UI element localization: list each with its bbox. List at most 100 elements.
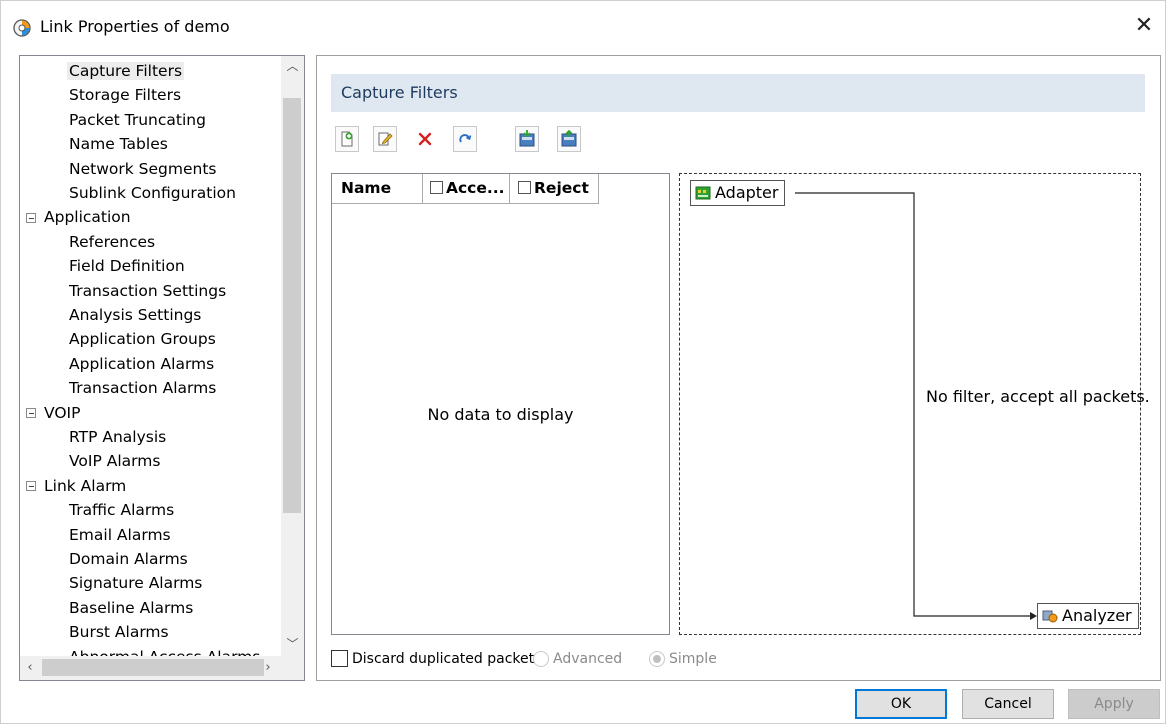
section-title: Capture Filters xyxy=(341,83,458,102)
tree-item-capture-filters[interactable]: Capture Filters xyxy=(67,59,185,83)
tree-group-link-alarm[interactable]: Link Alarm xyxy=(26,474,128,498)
tree-item-label: Application Groups xyxy=(69,330,216,349)
delete-filter-button[interactable] xyxy=(413,126,437,152)
app-logo-icon xyxy=(13,19,31,37)
tree-item-references[interactable]: References xyxy=(67,230,157,254)
tree-item-application-alarms[interactable]: Application Alarms xyxy=(67,352,216,376)
tree-item-domain-alarms[interactable]: Domain Alarms xyxy=(67,547,190,571)
tree-item-analysis-settings[interactable]: Analysis Settings xyxy=(67,303,203,327)
tree-item-label: Burst Alarms xyxy=(69,623,169,642)
tree-item-abnormal-access-alarms[interactable]: Abnormal Access Alarms xyxy=(67,645,262,656)
tree-item-packet-truncating[interactable]: Packet Truncating xyxy=(67,108,208,132)
collapse-icon[interactable] xyxy=(26,481,36,492)
tree-item-label: References xyxy=(69,232,156,251)
tree-item-signature-alarms[interactable]: Signature Alarms xyxy=(67,571,204,595)
tree-item-label: Application Alarms xyxy=(69,354,215,373)
tree-item-baseline-alarms[interactable]: Baseline Alarms xyxy=(67,596,195,620)
discard-duplicates-checkbox[interactable] xyxy=(331,650,348,667)
tree-items: Capture Filters Storage Filters Packet Tru… xyxy=(20,56,282,656)
tree-item-label: Abnormal Access Alarms xyxy=(67,648,262,656)
export-icon xyxy=(561,130,577,147)
navigation-tree[interactable]: Capture Filters Storage Filters Packet Tru… xyxy=(19,55,305,681)
tree-group-application[interactable]: Application xyxy=(26,205,133,229)
tree-item-label: VoIP Alarms xyxy=(69,452,161,471)
export-button[interactable] xyxy=(557,126,581,152)
tree-item-label: Email Alarms xyxy=(69,525,171,544)
column-name-label: Name xyxy=(341,179,392,197)
column-accept-label: Acce... xyxy=(446,179,505,197)
tree-item-traffic-alarms[interactable]: Traffic Alarms xyxy=(67,498,176,522)
adapter-node[interactable]: Adapter xyxy=(690,180,786,206)
tree-item-email-alarms[interactable]: Email Alarms xyxy=(67,523,173,547)
tree-group-voip[interactable]: VOIP xyxy=(26,401,82,425)
tree-item-label: Name Tables xyxy=(69,135,168,154)
vertical-scroll-thumb[interactable] xyxy=(283,98,301,513)
scroll-down-icon[interactable]: ﹀ xyxy=(281,634,304,654)
accept-all-checkbox[interactable] xyxy=(430,181,443,194)
adapter-icon xyxy=(695,186,711,200)
apply-button[interactable]: Apply xyxy=(1068,689,1160,719)
close-icon: ✕ xyxy=(1134,13,1154,38)
tree-item-label: Packet Truncating xyxy=(69,110,206,129)
tree-item-label: Storage Filters xyxy=(69,86,182,105)
reject-all-checkbox[interactable] xyxy=(518,181,531,194)
refresh-button[interactable] xyxy=(453,126,477,152)
tree-item-name-tables[interactable]: Name Tables xyxy=(67,132,170,156)
filter-list[interactable]: Name Acce... Reject No data to display xyxy=(331,173,670,635)
edit-filter-icon xyxy=(378,132,393,146)
advanced-mode-option[interactable]: Advanced xyxy=(533,650,622,668)
add-filter-icon xyxy=(341,131,353,147)
scroll-up-icon[interactable]: ︿ xyxy=(281,56,304,76)
tree-item-sublink-configuration[interactable]: Sublink Configuration xyxy=(67,181,238,205)
scroll-left-icon[interactable]: ‹ xyxy=(20,656,40,680)
import-button[interactable] xyxy=(515,126,539,152)
tree-item-transaction-alarms[interactable]: Transaction Alarms xyxy=(67,376,218,400)
tree-item-storage-filters[interactable]: Storage Filters xyxy=(67,83,183,107)
column-header-reject[interactable]: Reject xyxy=(510,174,599,204)
window-title: Link Properties of demo xyxy=(40,17,230,36)
column-header-accept[interactable]: Acce... xyxy=(423,174,510,204)
content-panel: Capture Filters Name Acce... Reject No d… xyxy=(316,55,1161,681)
tree-item-field-definition[interactable]: Field Definition xyxy=(67,254,187,278)
scroll-right-icon[interactable]: › xyxy=(258,656,278,680)
collapse-icon[interactable] xyxy=(26,408,36,419)
tree-item-burst-alarms[interactable]: Burst Alarms xyxy=(67,620,171,644)
analyzer-node[interactable]: Analyzer xyxy=(1037,603,1139,629)
close-button[interactable]: ✕ xyxy=(1128,12,1160,40)
column-reject-label: Reject xyxy=(534,179,589,197)
tree-item-label: VOIP xyxy=(44,403,81,422)
import-icon xyxy=(519,130,535,147)
tree-item-label: Transaction Alarms xyxy=(69,379,217,398)
tree-item-label: Capture Filters xyxy=(67,62,185,80)
tree-item-label: Analysis Settings xyxy=(69,306,202,324)
cancel-button[interactable]: Cancel xyxy=(962,689,1054,719)
title-bar: Link Properties of demo ✕ xyxy=(0,0,1166,50)
tree-item-voip-alarms[interactable]: VoIP Alarms xyxy=(67,449,162,473)
simple-radio[interactable] xyxy=(649,651,665,667)
column-header-name[interactable]: Name xyxy=(332,174,423,204)
analyzer-label: Analyzer xyxy=(1062,606,1132,625)
ok-button[interactable]: OK xyxy=(855,689,947,719)
horizontal-scroll-thumb[interactable] xyxy=(42,659,264,676)
tree-item-network-segments[interactable]: Network Segments xyxy=(67,157,218,181)
tree-item-label: Sublink Configuration xyxy=(69,184,236,202)
edit-filter-button[interactable] xyxy=(373,126,397,152)
tree-item-label: Domain Alarms xyxy=(69,550,188,568)
section-header: Capture Filters xyxy=(331,74,1145,112)
tree-item-label: Baseline Alarms xyxy=(69,598,194,617)
horizontal-scrollbar[interactable]: ‹ › xyxy=(20,656,304,680)
vertical-scrollbar[interactable]: ︿ ﹀ xyxy=(281,56,304,656)
advanced-radio[interactable] xyxy=(533,651,549,667)
tree-item-rtp-analysis[interactable]: RTP Analysis xyxy=(67,425,168,449)
tree-item-label: Signature Alarms xyxy=(69,574,203,593)
simple-mode-option[interactable]: Simple xyxy=(649,650,717,668)
delete-icon xyxy=(418,132,432,146)
tree-item-label: Traffic Alarms xyxy=(69,501,175,520)
tree-item-transaction-settings[interactable]: Transaction Settings xyxy=(67,279,228,303)
add-filter-button[interactable] xyxy=(335,126,359,152)
discard-duplicates-option[interactable]: Discard duplicated packets xyxy=(331,650,541,668)
collapse-icon[interactable] xyxy=(26,212,36,223)
adapter-label: Adapter xyxy=(715,183,779,202)
discard-duplicates-label: Discard duplicated packets xyxy=(352,651,542,667)
tree-item-application-groups[interactable]: Application Groups xyxy=(67,327,218,351)
